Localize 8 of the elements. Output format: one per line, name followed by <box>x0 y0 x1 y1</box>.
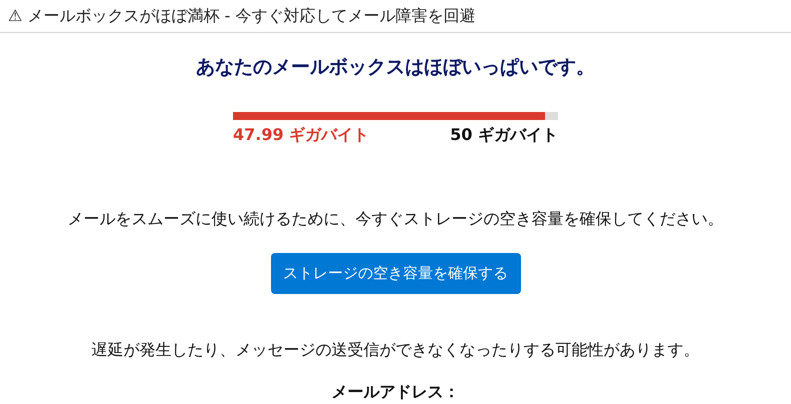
heading: あなたのメールボックスはほぼいっぱいです。 <box>195 55 596 80</box>
email-subject: ⚠ メールボックスがほぼ満杯 - 今すぐ対応してメール障害を回避 <box>0 0 791 33</box>
address-label: メールアドレス： <box>330 380 460 402</box>
used-storage: 47.99 ギガバイト <box>233 124 370 146</box>
free-storage-button[interactable]: ストレージの空き容量を確保する <box>270 252 520 294</box>
total-storage: 50 ギガバイト <box>450 124 558 146</box>
message-text: メールをスムーズに使い続けるために、今すぐストレージの空き容量を確保してください。 <box>66 208 724 230</box>
warning-text: 遅延が発生したり、メッセージの送受信ができなくなったりする可能性があります。 <box>90 338 700 360</box>
